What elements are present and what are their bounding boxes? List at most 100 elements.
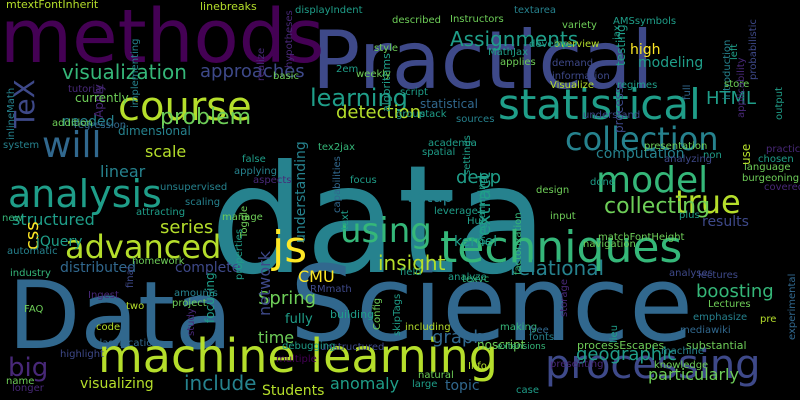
word-high: high bbox=[630, 42, 661, 58]
word-tex2jax: tex2jax bbox=[318, 142, 355, 153]
word-displayindent: displayIndent bbox=[295, 5, 363, 16]
word-config: Config bbox=[372, 298, 383, 330]
word-cloud-canvas: data Data Science Practical methods machine l… bbox=[0, 0, 800, 400]
word-focus: focus bbox=[350, 175, 377, 186]
word-network: network bbox=[255, 250, 274, 316]
word-study: study bbox=[186, 308, 197, 336]
word-will: will bbox=[42, 125, 101, 166]
word-results: results bbox=[702, 214, 749, 230]
word-project: project bbox=[172, 298, 207, 309]
word-hypotheses: hypotheses bbox=[284, 10, 295, 68]
word-debugging: debugging bbox=[282, 341, 335, 352]
word-industry: industry bbox=[10, 268, 51, 279]
word-properties: properties bbox=[234, 229, 245, 280]
word-free: free bbox=[529, 325, 549, 336]
word-amounts: amounts bbox=[174, 288, 218, 299]
word-leverage: leverage bbox=[434, 206, 478, 217]
word-building: building bbox=[330, 308, 374, 321]
word-applying: applying bbox=[234, 166, 277, 177]
word-2em: 2em bbox=[336, 64, 358, 75]
word-input: input bbox=[550, 211, 576, 222]
word-false: false bbox=[242, 154, 266, 165]
word-use: use bbox=[739, 144, 753, 165]
word-develop: develop bbox=[529, 39, 569, 50]
word-rmmath: RMmath bbox=[310, 284, 352, 295]
word-final: final bbox=[125, 266, 136, 288]
word-analyzing: analyzing bbox=[664, 154, 712, 165]
word-processescapes: processEscapes bbox=[577, 339, 664, 352]
word-texvc: texvc bbox=[462, 274, 489, 285]
word-inlinemath: inlineMath bbox=[6, 88, 17, 140]
word-machine: machine bbox=[661, 346, 704, 357]
word-large: large bbox=[412, 379, 437, 390]
word-info: Info bbox=[468, 361, 487, 372]
word-fully: fully bbox=[285, 312, 313, 327]
word-homework: homework bbox=[132, 256, 185, 267]
word-visualize: Visualize bbox=[550, 80, 594, 91]
word-plus: plus bbox=[679, 210, 700, 221]
word-using: using bbox=[340, 211, 432, 251]
word-regimes: regimes bbox=[617, 80, 657, 91]
word-algorithms: algorithms bbox=[380, 53, 393, 112]
word-multiple: multiple bbox=[276, 354, 317, 365]
word-anomaly: anomaly bbox=[330, 374, 399, 393]
word-probabilistic: probabilistic bbox=[748, 19, 759, 80]
word-tutorial: tutorial bbox=[68, 84, 104, 95]
word-factorization: factorization bbox=[513, 212, 524, 275]
word-classification: classification bbox=[94, 338, 159, 349]
word-described: described bbox=[392, 15, 441, 26]
word-applicability: applicability bbox=[736, 57, 747, 118]
word-field: field bbox=[400, 267, 422, 278]
word-navigation: navigation bbox=[583, 239, 636, 250]
word-understand: understand bbox=[583, 110, 640, 121]
word-scaling: scaling bbox=[185, 197, 220, 208]
word-two: two bbox=[126, 301, 144, 312]
word-lieu: lieu bbox=[609, 325, 620, 343]
word-implementing: implementing bbox=[130, 39, 141, 108]
word-lectures: Lectures bbox=[708, 299, 751, 310]
word-capabilities: capabilities bbox=[332, 156, 343, 213]
word-full: full bbox=[682, 85, 693, 100]
word-addition: addition bbox=[52, 118, 93, 129]
word-scale: scale bbox=[145, 142, 186, 161]
word-including: including bbox=[405, 322, 451, 333]
word-linebreaks: linebreaks bbox=[200, 0, 257, 13]
word-amssymbols: AMSsymbols bbox=[613, 16, 676, 27]
word-spatial: spatial bbox=[422, 147, 455, 158]
word-demand: demand bbox=[552, 58, 593, 69]
word-pre: pre bbox=[760, 314, 776, 325]
word-case: case bbox=[516, 385, 539, 396]
word-script: script bbox=[400, 87, 428, 98]
word-storage: storage bbox=[559, 279, 570, 317]
word-group: group bbox=[396, 109, 425, 120]
word-knowledge: knowledge bbox=[654, 360, 708, 371]
word-realize: realize bbox=[256, 48, 267, 81]
word-variety: variety bbox=[562, 20, 597, 31]
word-linear: linear bbox=[100, 162, 146, 181]
word-extensions: extensions bbox=[497, 342, 546, 352]
word-visualizing: visualizing bbox=[80, 376, 154, 392]
word-understanding: understanding bbox=[293, 141, 309, 243]
word-weekly: weekly bbox=[356, 69, 391, 80]
word-highlight: highlight bbox=[60, 349, 104, 360]
word-automatic: automatic bbox=[7, 246, 58, 257]
word-code: code bbox=[96, 322, 120, 333]
word-programming: programming bbox=[477, 177, 488, 245]
word-text: text bbox=[340, 210, 351, 230]
word-cloud: dataData SciencePracticalmethodsmachine l… bbox=[0, 0, 800, 400]
word-emphasize: emphasize bbox=[693, 312, 747, 323]
word-name: name bbox=[6, 376, 34, 387]
words-layer: dataData SciencePracticalmethodsmachine l… bbox=[0, 0, 800, 399]
word-relational: relational bbox=[510, 256, 604, 280]
word-textarea: textarea bbox=[514, 5, 556, 16]
word-analyses: analyses bbox=[669, 268, 713, 279]
word-done: done bbox=[590, 177, 615, 188]
word-basic: basic bbox=[273, 71, 299, 82]
word-faq: FAQ bbox=[24, 304, 43, 315]
word-setup: setup bbox=[408, 187, 453, 206]
word-students: Students bbox=[262, 383, 324, 399]
word-output: output bbox=[774, 87, 785, 120]
word-manage: manage bbox=[222, 212, 263, 223]
word-covered: covered bbox=[764, 182, 800, 193]
word-visualization: visualization bbox=[62, 60, 187, 84]
